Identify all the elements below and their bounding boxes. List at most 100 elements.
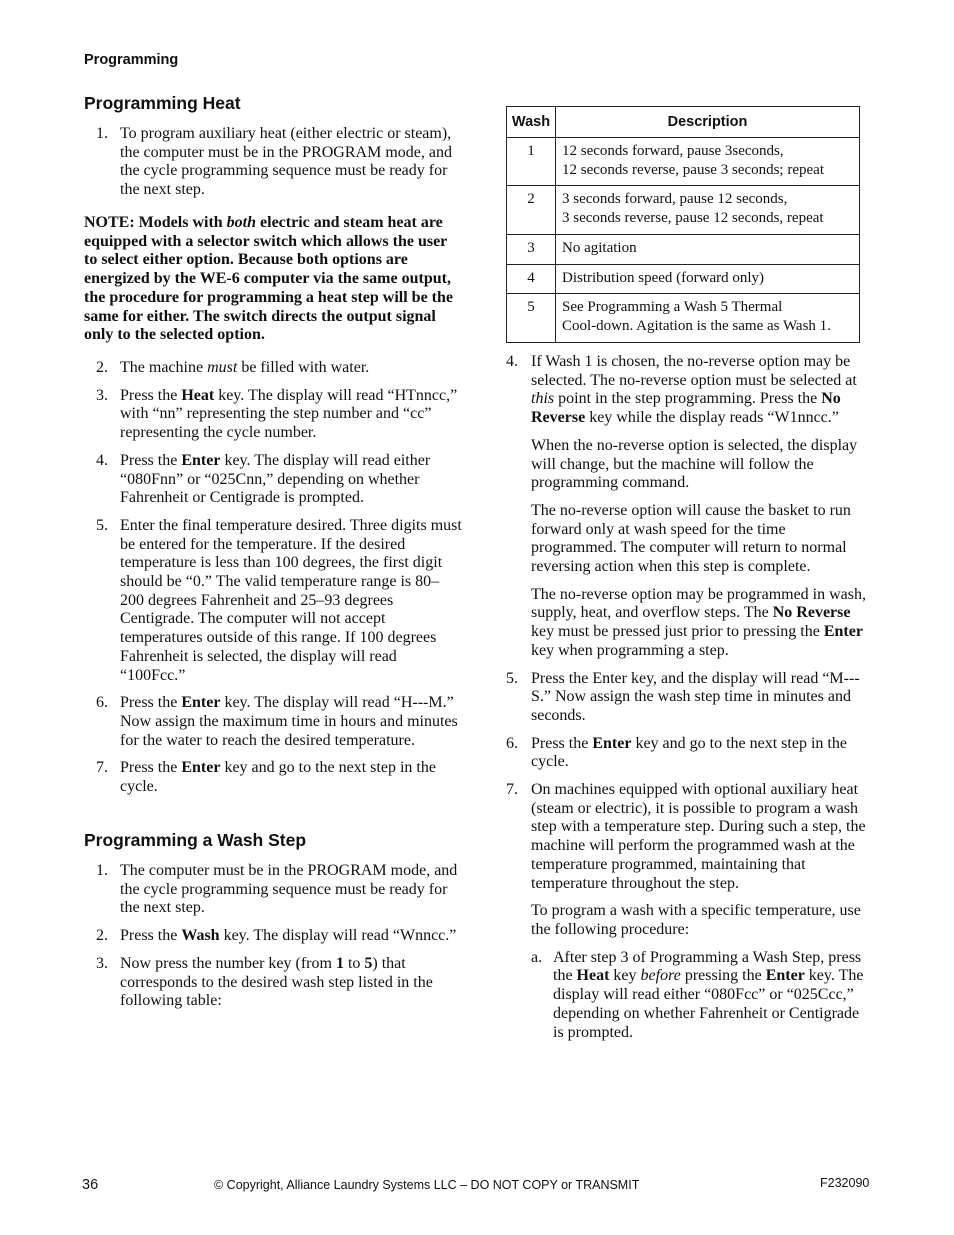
substep-label: a. — [531, 948, 543, 966]
step-4-paragraph-1: When the no-reverse option is selected, … — [531, 436, 858, 492]
step-4-paragraph-2: The no-reverse option will cause the bas… — [531, 501, 851, 576]
heat-step-3: 3. Press the Heat key. The display will … — [84, 387, 462, 443]
page-number: 36 — [82, 1177, 99, 1193]
wash-number-cell: 1 — [506, 136, 556, 187]
italic-term: both — [226, 214, 257, 231]
copyright-notice: © Copyright, Alliance Laundry Systems LL… — [214, 1178, 640, 1192]
bold-term: 5 — [364, 954, 373, 972]
description-line: Cool-down. Agitation is the same as Wash… — [562, 317, 831, 334]
document-code: F232090 — [820, 1176, 870, 1190]
step-7-paragraph: To program a wash with a specific temper… — [531, 902, 861, 938]
heat-step-5: 5. Enter the final temperature desired. … — [84, 517, 462, 685]
table-row: 5 See Programming a Wash 5 Thermal Cool-do… — [506, 293, 860, 343]
description-line: 12 seconds reverse, pause 3 seconds; rep… — [562, 161, 824, 178]
bold-term: Enter — [592, 734, 632, 752]
italic-term: must — [207, 359, 238, 376]
step-text: Press the Enter key. The display will re… — [120, 694, 458, 749]
running-header: Programming — [84, 52, 179, 68]
bold-term: Wash — [181, 927, 220, 945]
step-number: 3. — [96, 386, 108, 404]
wash-steps-list-right: 4. If Wash 1 is chosen, the no-reverse o… — [506, 353, 872, 1042]
wash-number-cell: 3 — [506, 233, 556, 265]
table-row: 23 seconds forward, pause 12 seconds, 3 s… — [506, 185, 860, 235]
step-number: 6. — [506, 734, 518, 752]
description-line: See Programming a Wash 5 Thermal — [562, 299, 783, 316]
heat-step-1: 1. To program auxiliary heat (either ele… — [84, 125, 462, 200]
wash-step-4: 4. If Wash 1 is chosen, the no-reverse o… — [506, 353, 872, 661]
step-text: If Wash 1 is chosen, the no-reverse opti… — [531, 353, 857, 427]
italic-term: this — [531, 390, 555, 408]
description-line: 3 seconds reverse, pause 12 seconds, rep… — [562, 210, 824, 227]
description-cell: Distribution speed (forward only) — [555, 263, 860, 295]
description-line: Distribution speed (forward only) — [562, 269, 765, 286]
step-number: 4. — [96, 451, 108, 469]
substep-text: After step 3 of Programming a Wash Step,… — [553, 948, 864, 1041]
step-number: 7. — [96, 759, 108, 777]
substep-a: a. After step 3 of Programming a Wash St… — [531, 949, 872, 1043]
heat-step-2: 2. The machine must be filled with water… — [84, 359, 462, 378]
step-number: 5. — [506, 669, 518, 687]
wash-types-table: Wash Description 1 12 seconds forward, pa… — [506, 106, 860, 343]
wash-steps-list-left: 1. The computer must be in the PROGRAM m… — [84, 862, 462, 1011]
heat-step-6: 6. Press the Enter key. The display will… — [84, 694, 462, 750]
description-line: 3 seconds forward, pause 12 seconds, — [562, 191, 788, 208]
note-selector-switch: NOTE: Models with both electric and stea… — [84, 214, 454, 344]
description-cell: 12 seconds forward, pause 3seconds, 12 se… — [555, 136, 860, 187]
column-header-description: Description — [555, 106, 860, 138]
wash-step-1: 1. The computer must be in the PROGRAM m… — [84, 862, 462, 918]
table-header-row: Wash Description — [506, 106, 860, 138]
wash-step-7: 7. On machines equipped with optional au… — [506, 781, 872, 1042]
step-number: 6. — [96, 694, 108, 712]
step-text: Press the Enter key and go to the next s… — [531, 734, 847, 771]
step-number: 5. — [96, 516, 108, 534]
bold-term: Enter — [181, 759, 221, 777]
description-line: 12 seconds forward, pause 3seconds, — [562, 143, 784, 159]
heat-step-4: 4. Press the Enter key. The display will… — [84, 452, 462, 508]
bold-term: Heat — [181, 386, 215, 404]
bold-term: No Reverse — [772, 604, 851, 622]
heat-steps-list-1: 1. To program auxiliary heat (either ele… — [84, 125, 462, 200]
table-row: 4 Distribution speed (forward only) — [506, 263, 860, 295]
description-cell: 3 seconds forward, pause 12 seconds, 3 se… — [555, 185, 860, 235]
wash-number-cell: 2 — [506, 185, 556, 235]
section-heading-programming-wash-step: Programming a Wash Step — [84, 830, 307, 850]
wash-step-6: 6. Press the Enter key and go to the nex… — [506, 735, 872, 772]
heat-step-7: 7. Press the Enter key and go to the nex… — [84, 759, 462, 796]
step-4-paragraph-3: The no-reverse option may be programmed … — [531, 585, 867, 659]
step-number: 4. — [506, 353, 518, 370]
table-row: 1 12 seconds forward, pause 3seconds, 12 s… — [506, 136, 860, 187]
column-header-wash: Wash — [506, 106, 556, 138]
step-number: 1. — [96, 862, 108, 879]
bold-term: No Reverse — [531, 390, 841, 427]
table-body: 1 12 seconds forward, pause 3seconds, 12 s… — [506, 136, 860, 343]
step-text: Enter the final temperature desired. Thr… — [120, 516, 462, 684]
step-number: 2. — [96, 359, 108, 376]
bold-term: Enter — [181, 694, 221, 712]
wash-number-cell: 4 — [506, 263, 556, 295]
wash-step-5: 5. Press the Enter key, and the display … — [506, 670, 872, 726]
step-text: Press the Enter key. The display will re… — [120, 451, 431, 507]
step-text: Press the Wash key. The display will rea… — [120, 927, 457, 945]
description-line: No agitation — [562, 239, 637, 256]
step-text: The machine must be filled with water. — [120, 359, 370, 376]
step-number: 2. — [96, 927, 108, 945]
bold-term: 1 — [335, 954, 344, 972]
bold-term: Heat — [576, 967, 610, 985]
step-text: Press the Enter key and go to the next s… — [120, 759, 436, 796]
step-number: 7. — [506, 781, 518, 799]
description-cell: See Programming a Wash 5 Thermal Cool-dow… — [555, 293, 860, 343]
italic-term: before — [640, 967, 681, 985]
step-text: Press the Enter key, and the display wil… — [531, 669, 860, 724]
step-text: Now press the number key (from 1 to 5) t… — [120, 954, 433, 1010]
table-row: 3 No agitation — [506, 233, 860, 265]
heat-steps-list-2: 2. The machine must be filled with water… — [84, 359, 462, 797]
step-text: Press the Heat key. The display will rea… — [120, 386, 458, 442]
bold-term: Enter — [181, 451, 221, 469]
bold-term: Enter — [765, 967, 805, 985]
step-text: To program auxiliary heat (either electr… — [120, 125, 452, 199]
wash-step-2: 2. Press the Wash key. The display will … — [84, 927, 462, 946]
step-number: 3. — [96, 954, 108, 972]
wash-number-cell: 5 — [506, 293, 556, 343]
description-cell: No agitation — [555, 233, 860, 265]
section-heading-programming-heat: Programming Heat — [84, 93, 241, 113]
